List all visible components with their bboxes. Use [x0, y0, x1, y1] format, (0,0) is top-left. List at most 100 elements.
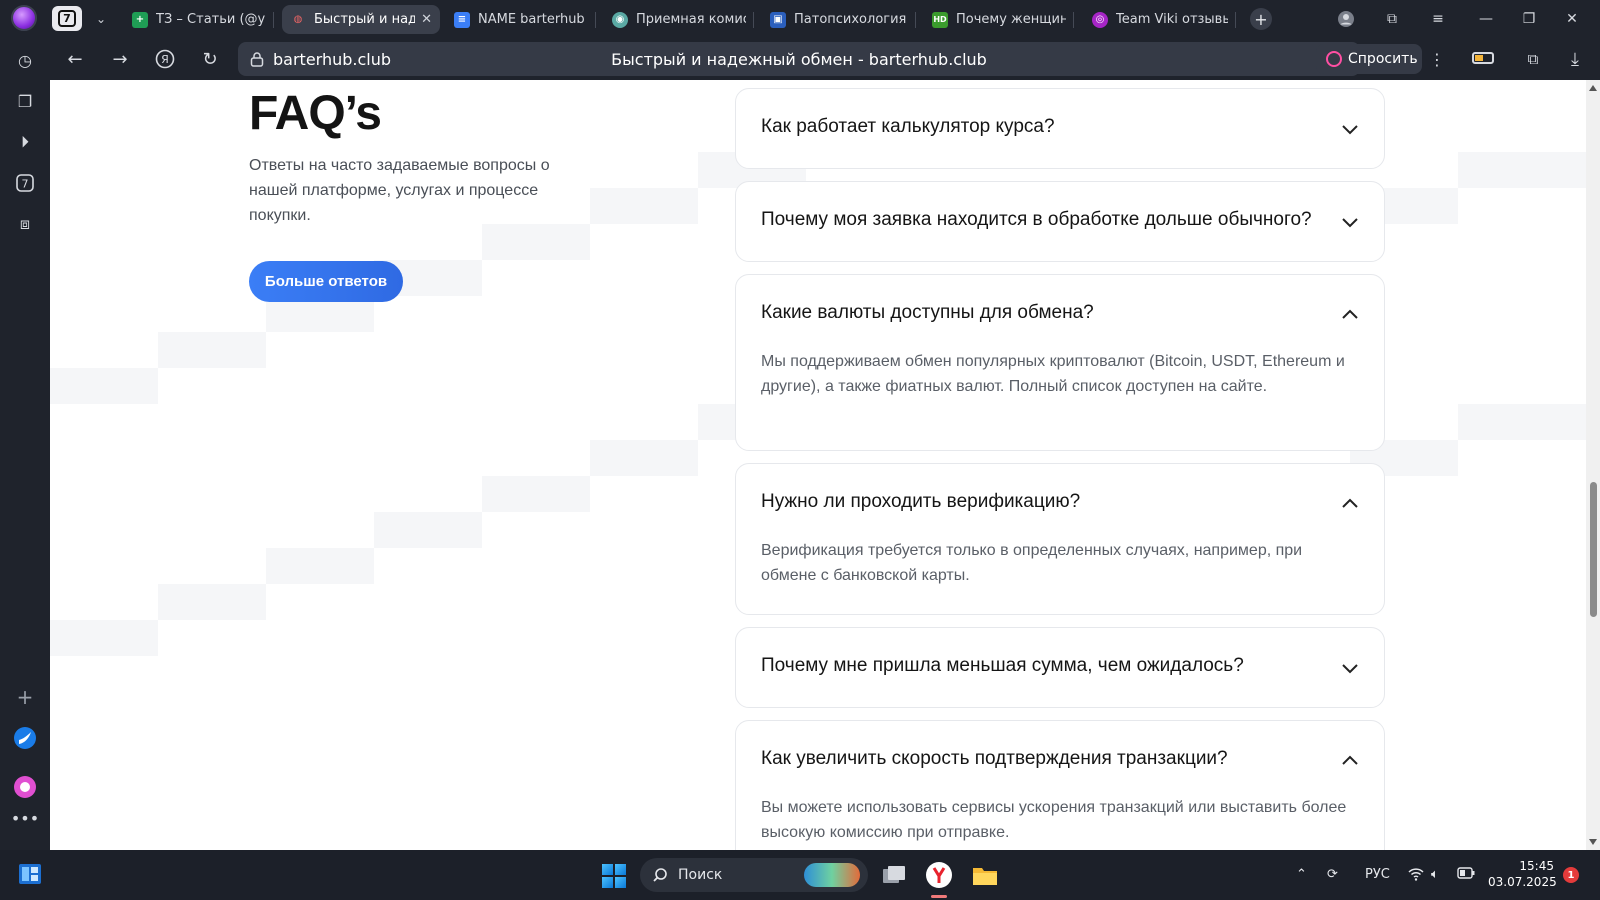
restore-icon[interactable]: ❐ [1515, 6, 1543, 32]
close-tab-icon[interactable]: ✕ [421, 12, 432, 27]
chevron-up-icon[interactable] [1341, 495, 1359, 513]
tab-3[interactable]: ◉ Приемная комиссия [604, 5, 754, 34]
tab-5[interactable]: HD Почему женщины [924, 5, 1074, 34]
tab-1-active[interactable]: ◍ Быстрый и надежный обмен - barterhub.c… [282, 5, 440, 34]
faq-item-2[interactable]: Какие валюты доступны для обмена? Мы под… [735, 274, 1385, 451]
account-icon[interactable] [1332, 6, 1360, 32]
faq-item-3[interactable]: Нужно ли проходить верификацию? Верифика… [735, 463, 1385, 615]
tab-2[interactable]: ≡ NAME barterhub [446, 5, 596, 34]
screenshot-icon[interactable]: ⧈ [13, 212, 37, 236]
back-icon[interactable]: ← [60, 44, 90, 74]
tab-0[interactable]: + ТЗ – Статьи (@ya [124, 5, 274, 34]
alice-icon [1326, 51, 1342, 67]
ask-alice-button[interactable]: Спросить [1316, 44, 1422, 74]
battery-icon[interactable] [1457, 867, 1475, 883]
faq-item-4[interactable]: Почему мне пришла меньшая сумма, чем ожи… [735, 627, 1385, 708]
history-icon[interactable]: ◷ [13, 48, 37, 72]
faq-heading: FAQ’s [249, 87, 382, 140]
battery-saver-icon[interactable] [1472, 52, 1494, 64]
system-clock[interactable]: 15:45 03.07.2025 [1488, 858, 1557, 890]
tab-label: Патопсихология [794, 12, 907, 27]
faq-item-5[interactable]: Как увеличить скорость подтверждения тра… [735, 720, 1385, 850]
faq-item-1[interactable]: Почему моя заявка находится в обработке … [735, 181, 1385, 262]
browser-toolbar: ← → Я ↻ barterhub.club Быстрый и надежны… [50, 40, 1600, 78]
more-horizontal-icon[interactable]: ••• [11, 806, 39, 830]
yandex-logo-icon[interactable]: Я [150, 44, 180, 74]
faq-item-0[interactable]: Как работает калькулятор курса? [735, 88, 1385, 169]
faq-answer: Верификация требуется только в определен… [761, 542, 1303, 584]
site-icon: ▣ [770, 11, 786, 28]
minimize-icon[interactable]: — [1472, 6, 1500, 32]
start-button-icon[interactable] [602, 864, 626, 888]
collections-panel-icon[interactable]: ⧉ [1518, 44, 1548, 74]
tabs-panel-icon[interactable]: ❐ [13, 89, 37, 113]
chevron-down-icon[interactable] [1341, 659, 1359, 677]
tab-label: Team Viki отзывы [1116, 12, 1228, 27]
yandex-browser-taskbar-icon[interactable] [925, 861, 953, 889]
tab-6[interactable]: ◎ Team Viki отзывы [1084, 5, 1236, 34]
volume-icon[interactable]: 🔈︎ [1431, 867, 1439, 882]
search-icon [653, 868, 667, 882]
wifi-icon[interactable] [1408, 867, 1424, 885]
clock-time: 15:45 [1519, 859, 1554, 873]
chevron-up-icon[interactable] [1341, 752, 1359, 770]
chevron-down-icon[interactable] [1341, 120, 1359, 138]
docs-icon: ≡ [454, 11, 470, 28]
search-highlight-image [804, 863, 860, 887]
scroll-down-icon[interactable] [1589, 839, 1597, 845]
windows-taskbar: Поиск ⌃ ⟳ РУС 🔈︎ 15:45 03.07.2025 1 [0, 850, 1600, 900]
tab-counter-icon[interactable]: 7 [13, 171, 37, 195]
sync-icon[interactable]: ⟳ [1327, 867, 1338, 882]
chevron-up-icon[interactable] [1341, 306, 1359, 324]
page-viewport: FAQ’s Ответы на часто задаваемые вопросы… [50, 80, 1586, 850]
alice-assistant-icon[interactable] [13, 775, 37, 799]
page-scrollbar[interactable] [1586, 80, 1600, 850]
tab-count-button[interactable]: 7 [52, 6, 82, 31]
tab-label: Почему женщины [956, 12, 1066, 27]
faq-question: Какие валюты доступны для обмена? [761, 302, 1094, 323]
tab-label: Быстрый и надежный обмен - barterhub.clu… [314, 12, 416, 27]
page-title: Быстрый и надежный обмен - barterhub.clu… [611, 50, 987, 69]
more-answers-button[interactable]: Больше ответов [249, 261, 403, 302]
viki-icon: ◎ [1092, 11, 1108, 28]
tab-label: ТЗ – Статьи (@ya [156, 12, 266, 27]
task-view-icon[interactable] [880, 861, 908, 889]
address-bar[interactable]: barterhub.club Быстрый и надежный обмен … [238, 42, 1360, 76]
menu-icon[interactable]: ≡ [1424, 6, 1452, 32]
faq-question: Как работает калькулятор курса? [761, 116, 1055, 137]
tab-label: Приемная комиссия [636, 12, 746, 27]
forward-icon[interactable]: → [105, 44, 135, 74]
scroll-up-icon[interactable] [1589, 85, 1597, 91]
close-window-icon[interactable]: ✕ [1558, 6, 1586, 32]
svg-text:7: 7 [22, 178, 29, 191]
downloads-icon[interactable]: ⤓ [1560, 44, 1590, 74]
hd-icon: HD [932, 11, 948, 28]
scrollbar-thumb[interactable] [1590, 482, 1597, 617]
tab-4[interactable]: ▣ Патопсихология [762, 5, 916, 34]
reload-icon[interactable]: ↻ [195, 44, 225, 74]
faq-question: Почему моя заявка находится в обработке … [761, 209, 1312, 230]
file-explorer-icon[interactable] [971, 861, 999, 889]
yandex-profile-icon[interactable] [11, 5, 37, 31]
barterhub-favicon-icon: ◍ [293, 14, 303, 25]
browser-tab-strip: 7 ⌄ + ТЗ – Статьи (@ya ◍ Быстрый и надеж… [0, 0, 1600, 37]
messenger-icon[interactable] [13, 726, 37, 750]
ask-label: Спросить [1348, 51, 1418, 67]
taskbar-search[interactable]: Поиск [640, 858, 868, 892]
new-tab-button[interactable]: + [1250, 8, 1272, 30]
show-hidden-icons-icon[interactable]: ⌃ [1296, 867, 1307, 882]
more-options-icon[interactable]: ⋮ [1426, 44, 1448, 74]
chevron-down-icon[interactable]: ⌄ [88, 6, 114, 32]
notification-badge[interactable]: 1 [1563, 867, 1579, 883]
widgets-icon[interactable] [18, 863, 42, 885]
add-panel-icon[interactable]: + [13, 685, 37, 709]
collections-icon[interactable]: ⧉ [1378, 6, 1406, 32]
chevron-down-icon[interactable] [1341, 213, 1359, 231]
sheets-icon: + [132, 11, 148, 28]
tab-count-value: 7 [58, 10, 76, 27]
language-indicator[interactable]: РУС [1365, 867, 1390, 882]
faq-answer: Мы поддерживаем обмен популярных криптов… [761, 353, 1345, 395]
play-icon[interactable]: ⏵ [13, 130, 37, 154]
globe-icon: ◉ [612, 11, 628, 28]
faq-question: Как увеличить скорость подтверждения тра… [761, 748, 1228, 769]
